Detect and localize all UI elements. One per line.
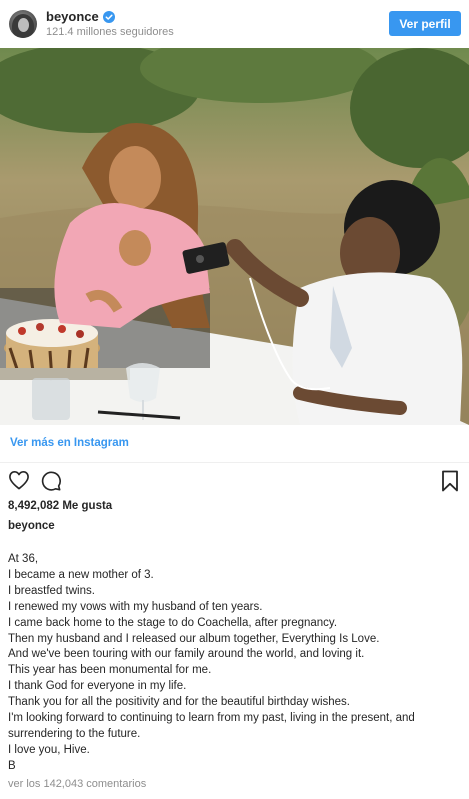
view-profile-button[interactable]: Ver perfil (389, 11, 461, 36)
comment-icon[interactable] (40, 470, 62, 491)
caption-line: B (8, 759, 16, 772)
caption-line: I renewed my vows with my husband of ten… (8, 600, 263, 613)
post-photo[interactable] (0, 48, 469, 425)
caption-line: And we've been touring with our family a… (8, 648, 365, 661)
caption-line: This year has been monumental for me. (8, 664, 212, 677)
caption-line: I love you, Hive. (8, 743, 90, 756)
caption-line: I'm looking forward to continuing to lea… (8, 712, 415, 725)
caption-username[interactable]: beyonce (8, 520, 55, 532)
heart-icon[interactable] (8, 470, 30, 490)
divider (0, 462, 469, 463)
verified-icon (102, 10, 115, 23)
bookmark-icon[interactable] (441, 470, 459, 492)
caption-line: I came back home to the stage to do Coac… (8, 616, 338, 629)
post-header: beyonce 121.4 millones seguidores Ver pe… (0, 0, 469, 48)
caption-line: Thank you for all the positivity and for… (8, 696, 350, 709)
username[interactable]: beyonce (46, 9, 99, 24)
caption-line: Then my husband and I released our album… (8, 632, 380, 645)
likes-count[interactable]: 8,492,082 Me gusta (8, 500, 112, 512)
caption-line: I breastfed twins. (8, 584, 95, 597)
caption-line: I became a new mother of 3. (8, 568, 154, 581)
view-more-instagram-link[interactable]: Ver más en Instagram (10, 437, 129, 449)
avatar[interactable] (9, 10, 37, 38)
caption: At 36, I became a new mother of 3. I bre… (8, 552, 463, 775)
caption-line: I thank God for everyone in my life. (8, 680, 187, 693)
username-row: beyonce (46, 9, 115, 24)
caption-line: At 36, (8, 553, 39, 565)
view-comments-link[interactable]: ver los 142,043 comentarios (8, 778, 146, 790)
followers-count: 121.4 millones seguidores (46, 26, 174, 38)
caption-line: surrendering to the future. (8, 727, 141, 740)
